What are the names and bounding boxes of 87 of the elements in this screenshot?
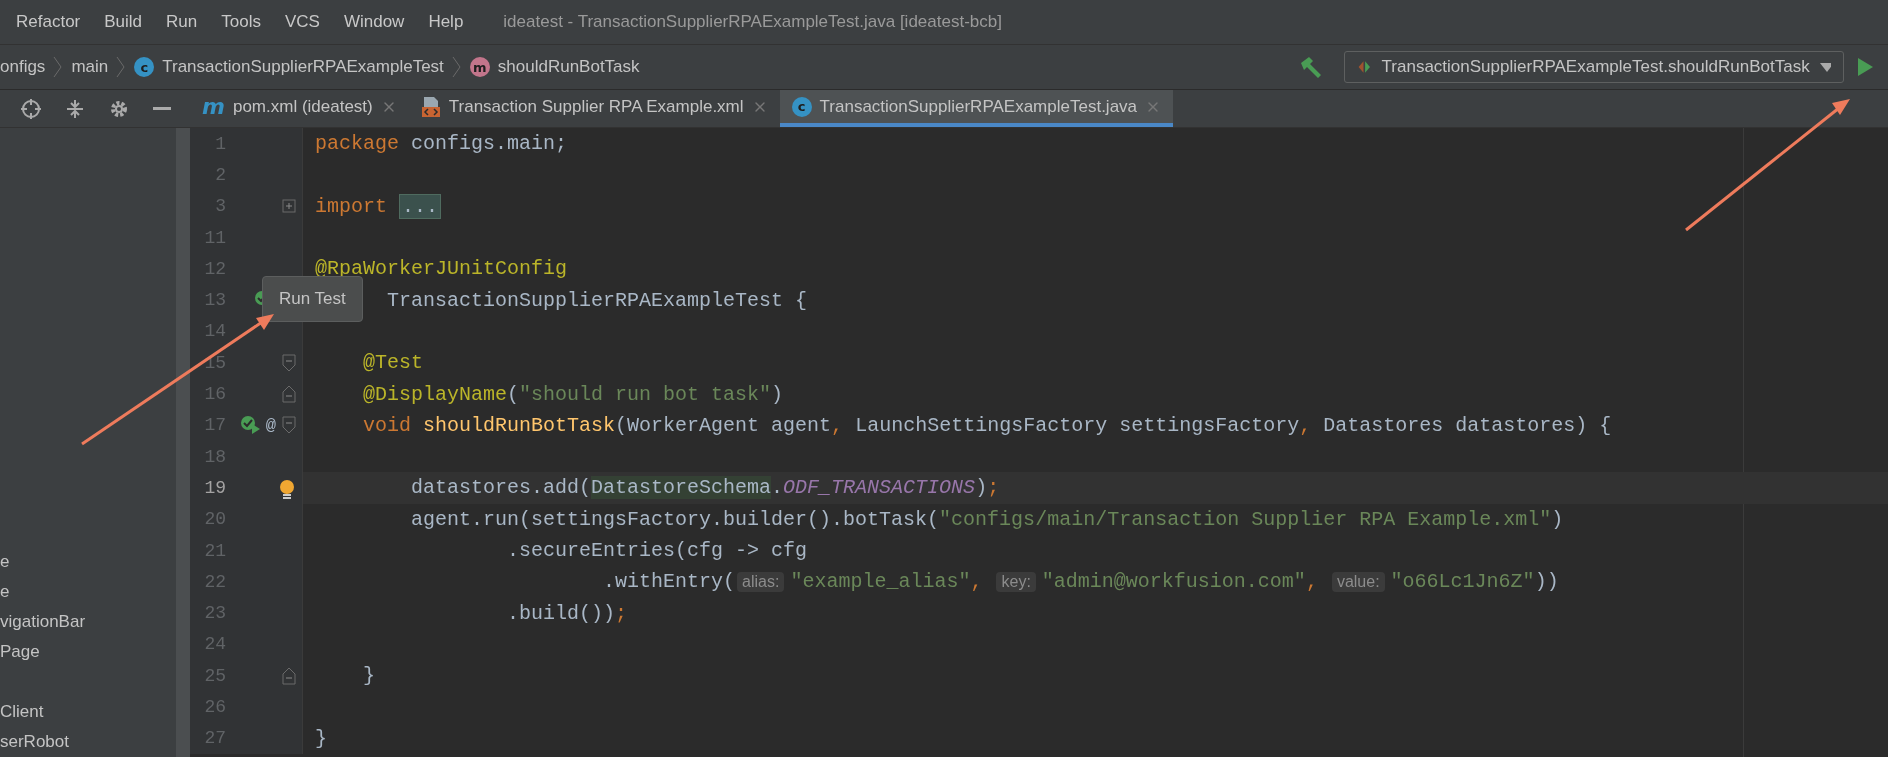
code-string: "example_alias": [790, 570, 971, 594]
maven-icon: m: [202, 94, 225, 119]
fold-end-icon[interactable]: [282, 385, 296, 403]
code-keyword: ,: [831, 413, 845, 437]
project-tree-item[interactable]: serRobot: [0, 727, 69, 757]
code-constant: ODF_TRANSACTIONS: [783, 476, 976, 500]
project-tree-item[interactable]: Page: [0, 637, 40, 667]
xml-file-icon: [420, 95, 441, 118]
code-text: ): [1551, 507, 1564, 531]
code-text: (: [507, 382, 520, 406]
code-text: )): [1534, 570, 1559, 594]
project-tree-item[interactable]: e: [0, 547, 10, 577]
code-text: configs.main;: [410, 132, 568, 156]
fold-collapse-icon[interactable]: [282, 416, 296, 435]
code-keyword: package: [315, 132, 399, 156]
code-keyword: ;: [615, 601, 628, 625]
breadcrumb[interactable]: main: [71, 57, 109, 77]
folded-code: ...: [399, 193, 442, 219]
tooltip: Run Test: [262, 276, 363, 323]
class-icon: c: [134, 57, 155, 77]
editor-tab[interactable]: c TransactionSupplierRPAExampleTest.java: [779, 90, 1174, 127]
breadcrumb[interactable]: m shouldRunBotTask: [469, 57, 640, 77]
menu-item[interactable]: VCS: [272, 12, 332, 32]
code-keyword: void: [362, 413, 412, 437]
breadcrumb[interactable]: c TransactionSupplierRPAExampleTest: [134, 57, 444, 77]
caret-icon: [1819, 62, 1831, 72]
project-tree-item[interactable]: vigationBar: [0, 607, 86, 637]
menu-item[interactable]: Run: [154, 12, 210, 32]
code-text: TransactionSupplierRPAExampleTest {: [387, 288, 808, 312]
run-configuration-dropdown[interactable]: TransactionSupplierRPAExampleTest.shouldRunBotTask: [1344, 51, 1844, 83]
menu-item[interactable]: Refactor: [4, 12, 93, 32]
code-text: LaunchSettingsFactory settingsFactory: [855, 413, 1300, 437]
code-text: DatastoreSchema: [591, 476, 772, 500]
code-text: ): [771, 382, 784, 406]
code-text: }: [362, 664, 375, 688]
code-keyword: ;: [987, 476, 1000, 500]
parameter-hint: value:: [1331, 571, 1385, 592]
scrollbar[interactable]: [176, 128, 190, 757]
code-keyword: ,: [1299, 413, 1313, 437]
minimize-icon[interactable]: [152, 106, 171, 111]
run-icon[interactable]: [1856, 57, 1874, 77]
code-keyword: import: [315, 194, 387, 218]
code-string: "admin@workfusion.com": [1041, 570, 1306, 594]
method-icon: m: [469, 57, 490, 77]
chevron-icon: [53, 56, 64, 78]
class-icon: c: [791, 96, 812, 117]
code-text: Datastores datastores) {: [1323, 413, 1612, 437]
fold-expand-icon[interactable]: [282, 199, 296, 214]
hammer-icon[interactable]: [1298, 54, 1324, 80]
code-text: agent.run(settingsFactory.builder().botTask(: [410, 507, 940, 531]
line-number: 19: [203, 477, 226, 498]
window-title: ideatest - TransactionSupplierRPAExampleTest.java [ideatest-bcb]: [503, 12, 1002, 32]
chevron-icon: [451, 56, 462, 78]
code-text: .secureEntries(cfg -> cfg: [506, 539, 808, 562]
gutter-marker[interactable]: @: [265, 415, 276, 435]
menu-item[interactable]: Tools: [209, 12, 273, 32]
code-text: ): [975, 476, 988, 500]
code-text: }: [315, 726, 327, 750]
code-annotation: @DisplayName: [362, 382, 508, 406]
chevron-icon: [116, 56, 127, 78]
menu-item[interactable]: Build: [92, 12, 155, 32]
locate-icon[interactable]: [19, 97, 42, 120]
fold-collapse-icon[interactable]: [282, 353, 296, 372]
code-string: "configs/main/Transaction Supplier RPA Example.xml": [939, 507, 1552, 531]
code-string: "should run bot task": [519, 382, 772, 406]
project-tree-item[interactable]: e: [0, 577, 10, 607]
parameter-hint: alias:: [737, 571, 785, 592]
code-keyword: ,: [1305, 570, 1319, 594]
project-tree-item[interactable]: Client: [0, 697, 44, 727]
collapse-all-icon[interactable]: [64, 97, 85, 120]
code-text: datastores.add(: [410, 476, 592, 500]
code-annotation: @Test: [362, 351, 424, 375]
editor-tab[interactable]: m pom.xml (ideatest): [190, 90, 409, 127]
menu-item[interactable]: Window: [331, 12, 417, 32]
menu-item[interactable]: Help: [416, 12, 476, 32]
run-test-icon[interactable]: [239, 415, 262, 436]
code-text: .: [771, 476, 784, 500]
parameter-hint: key:: [996, 571, 1036, 592]
editor-tab[interactable]: Transaction Supplier RPA Example.xml: [408, 90, 780, 127]
code-method: shouldRunBotTask: [423, 413, 616, 437]
code-text: .withEntry(: [602, 570, 736, 594]
code-text: (WorkerAgent agent: [615, 413, 832, 437]
code-keyword: ,: [970, 570, 984, 594]
code-text: .build()): [506, 601, 616, 625]
code-string: "o66Lc1Jn6Z": [1390, 570, 1535, 594]
breadcrumb[interactable]: onfigs: [0, 57, 46, 77]
fold-end-icon[interactable]: [282, 666, 296, 685]
